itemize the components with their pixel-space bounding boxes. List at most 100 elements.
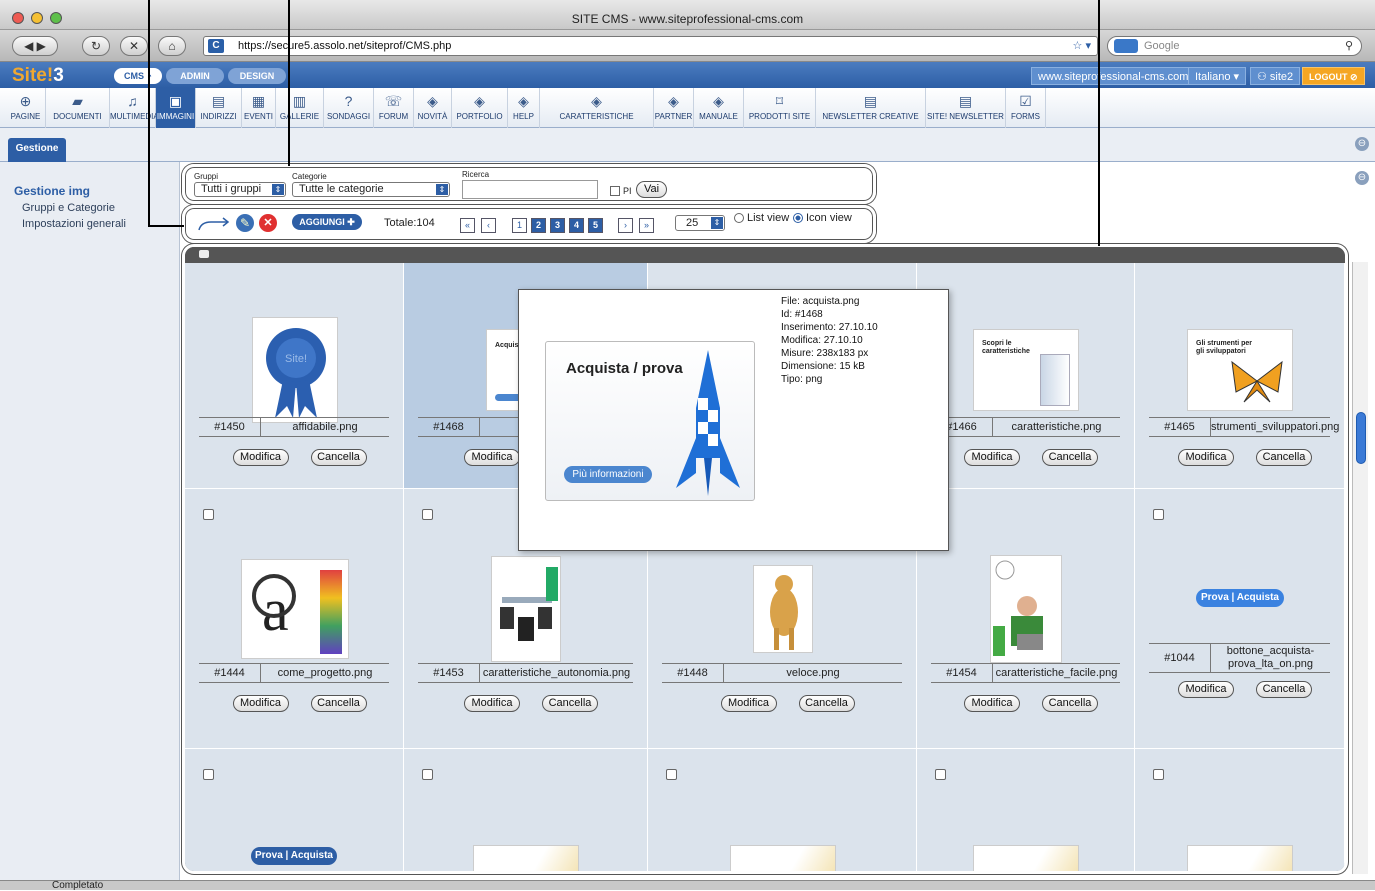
delete-button[interactable]: Cancella: [1042, 695, 1098, 712]
prev-page-button[interactable]: ‹: [481, 218, 496, 233]
image-checkbox[interactable]: [422, 509, 433, 520]
sidebar-item-groups[interactable]: Gruppi e Categorie: [22, 202, 115, 214]
delete-x-icon[interactable]: ✕: [259, 214, 277, 232]
tool-portfolio[interactable]: ◈ PORTFOLIO: [452, 88, 508, 128]
page-4[interactable]: 4: [569, 218, 584, 233]
first-page-button[interactable]: «: [460, 218, 475, 233]
collapse-icon[interactable]: ⊖: [1355, 137, 1369, 151]
image-checkbox[interactable]: [935, 769, 946, 780]
tool-sondaggi[interactable]: ? SONDAGGI: [324, 88, 374, 128]
tool-indirizzi[interactable]: ▤ INDIRIZZI: [196, 88, 242, 128]
add-button[interactable]: AGGIUNGI ✚: [292, 214, 362, 230]
tool-forms[interactable]: ☑ FORMS: [1006, 88, 1046, 128]
search-input[interactable]: [462, 180, 598, 199]
magnifier-icon[interactable]: ⚲: [1345, 37, 1353, 55]
image-thumbnail[interactable]: [990, 555, 1062, 663]
image-cell[interactable]: [648, 749, 917, 871]
image-cell[interactable]: #1454 caratteristiche_facile.png Modifica C…: [917, 489, 1135, 749]
delete-button[interactable]: Cancella: [1256, 449, 1312, 466]
page-1[interactable]: 1: [512, 218, 527, 233]
page-2[interactable]: 2: [531, 218, 546, 233]
tool-forum[interactable]: ☏ FORUM: [374, 88, 414, 128]
per-page-select[interactable]: 25 ⇕: [675, 215, 725, 231]
edit-button[interactable]: Modifica: [232, 695, 289, 712]
language-select[interactable]: Italiano ▾: [1188, 67, 1247, 85]
image-thumbnail[interactable]: Gli strumenti per gli sviluppatori: [1187, 329, 1293, 411]
tool-help[interactable]: ◈ HELP: [508, 88, 540, 128]
edit-pencil-icon[interactable]: ✎: [236, 214, 254, 232]
page-3[interactable]: 3: [550, 218, 565, 233]
vertical-scrollbar[interactable]: [1352, 262, 1368, 874]
tool-immagini[interactable]: ▣ IMMAGINI: [156, 88, 196, 128]
image-checkbox[interactable]: [203, 769, 214, 780]
icon-view-radio[interactable]: [793, 213, 803, 223]
edit-button[interactable]: Modifica: [1178, 681, 1234, 698]
edit-button[interactable]: Modifica: [232, 449, 289, 466]
tool-novit-[interactable]: ◈ NOVITÀ: [414, 88, 452, 128]
tool-documenti[interactable]: ▰ DOCUMENTI: [46, 88, 110, 128]
image-cell[interactable]: Site! #1450 affidabile.png Modifica Cancella: [185, 263, 404, 489]
back-forward-button[interactable]: ◀ ▶: [12, 36, 58, 56]
edit-button[interactable]: Modifica: [964, 695, 1020, 712]
stop-icon[interactable]: ✕: [120, 36, 148, 56]
image-cell[interactable]: [1135, 749, 1345, 871]
next-page-button[interactable]: ›: [618, 218, 633, 233]
image-thumbnail[interactable]: Site!: [252, 317, 338, 423]
tab-cms[interactable]: CMS ◔: [114, 68, 162, 84]
page-5[interactable]: 5: [588, 218, 603, 233]
image-thumbnail[interactable]: [973, 845, 1079, 871]
delete-button[interactable]: Cancella: [1256, 681, 1312, 698]
image-cell[interactable]: [404, 749, 648, 871]
image-cell[interactable]: a #1444 come_progetto.png Modifica Cancella: [185, 489, 404, 749]
edit-button[interactable]: Modifica: [1178, 449, 1234, 466]
image-thumbnail[interactable]: [1187, 845, 1293, 871]
image-checkbox[interactable]: [203, 509, 214, 520]
url-field[interactable]: C https://secure5.assolo.net/siteprof/CM…: [203, 36, 1098, 56]
image-thumbnail[interactable]: a: [241, 559, 349, 659]
home-icon[interactable]: ⌂: [158, 36, 186, 56]
select-all-checkbox[interactable]: [199, 250, 209, 258]
go-button[interactable]: Vai: [636, 181, 667, 198]
delete-button[interactable]: Cancella: [798, 695, 855, 712]
tool-site-newsletter[interactable]: ▤ SITE! NEWSLETTER: [926, 88, 1006, 128]
groups-select[interactable]: Tutti i gruppi ⇕: [194, 182, 286, 197]
delete-button[interactable]: Cancella: [1042, 449, 1098, 466]
pi-checkbox[interactable]: [610, 186, 620, 196]
tab-design[interactable]: DESIGN: [228, 68, 286, 84]
edit-button[interactable]: Modifica: [464, 449, 520, 466]
tab-gestione[interactable]: Gestione: [8, 138, 66, 162]
sidebar-heading[interactable]: Gestione img: [14, 184, 90, 198]
panel-toggle-icon[interactable]: ⊖: [1355, 171, 1369, 185]
image-cell[interactable]: [917, 749, 1135, 871]
tab-admin[interactable]: ADMIN: [166, 68, 224, 84]
tool-manuale[interactable]: ◈ MANUALE: [694, 88, 744, 128]
image-thumbnail[interactable]: Prova | Acquista: [1196, 589, 1284, 609]
delete-button[interactable]: Cancella: [310, 449, 367, 466]
list-view-radio[interactable]: [734, 213, 744, 223]
tool-newsletter-creative[interactable]: ▤ NEWSLETTER CREATIVE: [816, 88, 926, 128]
edit-button[interactable]: Modifica: [964, 449, 1020, 466]
image-thumbnail[interactable]: [730, 845, 836, 871]
site-link[interactable]: www.siteprofessional-cms.com: [1031, 67, 1196, 85]
image-checkbox[interactable]: [666, 769, 677, 780]
image-checkbox[interactable]: [422, 769, 433, 780]
edit-button[interactable]: Modifica: [464, 695, 520, 712]
sidebar-item-settings[interactable]: Impostazioni generali: [22, 218, 126, 230]
tool-gallerie[interactable]: ▥ GALLERIE: [276, 88, 324, 128]
last-page-button[interactable]: »: [639, 218, 654, 233]
image-thumbnail[interactable]: [491, 556, 561, 662]
bookmark-star-icon[interactable]: ☆ ▾: [1073, 37, 1091, 55]
image-cell[interactable]: Scopri le caratteristiche #1466 caratteris…: [917, 263, 1135, 489]
image-thumbnail[interactable]: [753, 565, 813, 653]
scrollbar-thumb[interactable]: [1356, 412, 1366, 464]
reload-icon[interactable]: ↻: [82, 36, 110, 56]
tool-pagine[interactable]: ⊕ PAGINE: [6, 88, 46, 128]
image-checkbox[interactable]: [1153, 769, 1164, 780]
image-cell[interactable]: Prova | Acquista: [185, 749, 404, 871]
tool-eventi[interactable]: ▦ EVENTI: [242, 88, 276, 128]
tool-prodotti-site[interactable]: ⌑ PRODOTTI SITE: [744, 88, 816, 128]
delete-button[interactable]: Cancella: [310, 695, 367, 712]
categories-select[interactable]: Tutte le categorie ⇕: [292, 182, 450, 197]
image-thumbnail[interactable]: Scopri le caratteristiche: [973, 329, 1079, 411]
logout-button[interactable]: LOGOUT ⊘: [1302, 67, 1365, 85]
